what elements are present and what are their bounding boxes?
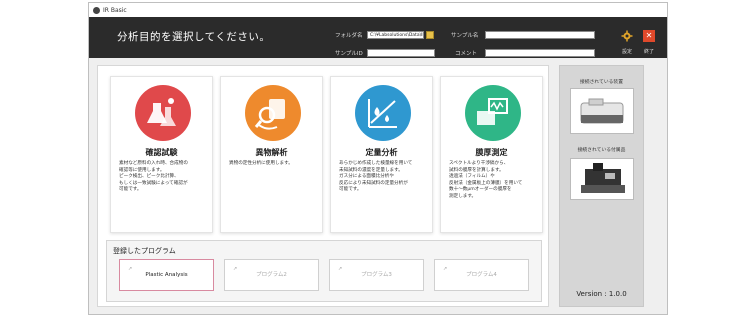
programs-title: 登録したプログラム [113, 247, 176, 255]
card-description: あらかじめ作成した検量線を用いて 未知試料の濃度を定量します。 ガス分による面積… [339, 161, 413, 193]
main-panel: 確認試験 素材など原料の入れ時、合成物の 確認等に使用します。 ピーク検出、ピー… [97, 65, 549, 307]
exit-label: 終了 [644, 49, 655, 55]
app-icon [93, 6, 100, 14]
settings-label: 設定 [622, 49, 633, 55]
accessory-label: 接続されている付属品 [577, 148, 626, 153]
card-title: 異物解析 [255, 148, 288, 157]
program-icon: ↗ [443, 266, 448, 272]
accessory-image [570, 158, 634, 200]
program-button-4[interactable]: ↗ プログラム4 [434, 259, 529, 291]
program-label: プログラム4 [466, 272, 497, 278]
version-label: Version : 1.0.0 [576, 290, 627, 298]
gear-icon[interactable] [621, 30, 633, 42]
drop-chart-icon [355, 85, 411, 141]
card-description: スペクトルより干渉縞から、 試料の膜厚を計算します。 透過法（フィルム）や 反射… [449, 161, 523, 199]
film-spectrum-icon [465, 85, 521, 141]
folder-browse-button[interactable] [426, 31, 434, 39]
program-button-1[interactable]: ↗ Plastic Analysis [119, 259, 214, 291]
card-description: 素材など原料の入れ時、合成物の 確認等に使用します。 ピーク検出、ピーク比計算、… [119, 161, 188, 193]
comment-label: コメント [455, 51, 478, 57]
program-icon: ↗ [128, 266, 133, 272]
comment-field[interactable] [485, 49, 595, 57]
program-icon: ↗ [338, 266, 343, 272]
registered-programs-panel: 登録したプログラム ↗ Plastic Analysis ↗ プログラム2 ↗ … [106, 240, 542, 302]
flask-icon [135, 85, 191, 141]
page-headline: 分析目的を選択してください。 [117, 31, 271, 43]
card-title: 膜厚測定 [475, 148, 508, 157]
magnifier-hand-icon [245, 85, 301, 141]
instrument-label: 接続されている装置 [579, 80, 624, 85]
card-title: 確認試験 [145, 148, 178, 157]
program-label: Plastic Analysis [145, 272, 188, 278]
folder-label: フォルダ名 [335, 33, 363, 39]
sample-id-field[interactable] [367, 49, 435, 57]
program-icon: ↗ [233, 266, 238, 272]
card-film-thickness[interactable]: 膜厚測定 スペクトルより干渉縞から、 試料の膜厚を計算します。 透過法（フィルム… [440, 76, 543, 233]
sample-name-label: サンプル名 [451, 33, 479, 39]
card-foreign-matter-analysis[interactable]: 異物解析 異物の定性分析に使用します。 [220, 76, 323, 233]
title-bar: IR Basic [89, 3, 667, 17]
program-button-2[interactable]: ↗ プログラム2 [224, 259, 319, 291]
status-sidebar: 接続されている装置 接続されている付属品 Version : 1.0.0 [559, 65, 644, 307]
card-confirmation-test[interactable]: 確認試験 素材など原料の入れ時、合成物の 確認等に使用します。 ピーク検出、ピー… [110, 76, 213, 233]
program-button-3[interactable]: ↗ プログラム3 [329, 259, 424, 291]
sample-id-label: サンプルID [335, 51, 363, 57]
header-bar: 分析目的を選択してください。 フォルダ名 C:\¥Labsolutions\Da… [89, 17, 667, 58]
card-title: 定量分析 [365, 148, 398, 157]
app-window: IR Basic 分析目的を選択してください。 フォルダ名 C:\¥Labsol… [88, 2, 668, 315]
exit-button[interactable]: ✕ [643, 30, 655, 42]
program-label: プログラム3 [361, 272, 392, 278]
sample-name-field[interactable] [485, 31, 595, 39]
folder-field[interactable]: C:\¥Labsolutions\Data\IR [367, 31, 424, 39]
card-description: 異物の定性分析に使用します。 [229, 161, 293, 166]
window-title: IR Basic [103, 6, 127, 14]
program-label: プログラム2 [256, 272, 287, 278]
card-quantitative-analysis[interactable]: 定量分析 あらかじめ作成した検量線を用いて 未知試料の濃度を定量します。 ガス分… [330, 76, 433, 233]
instrument-image [570, 88, 634, 134]
